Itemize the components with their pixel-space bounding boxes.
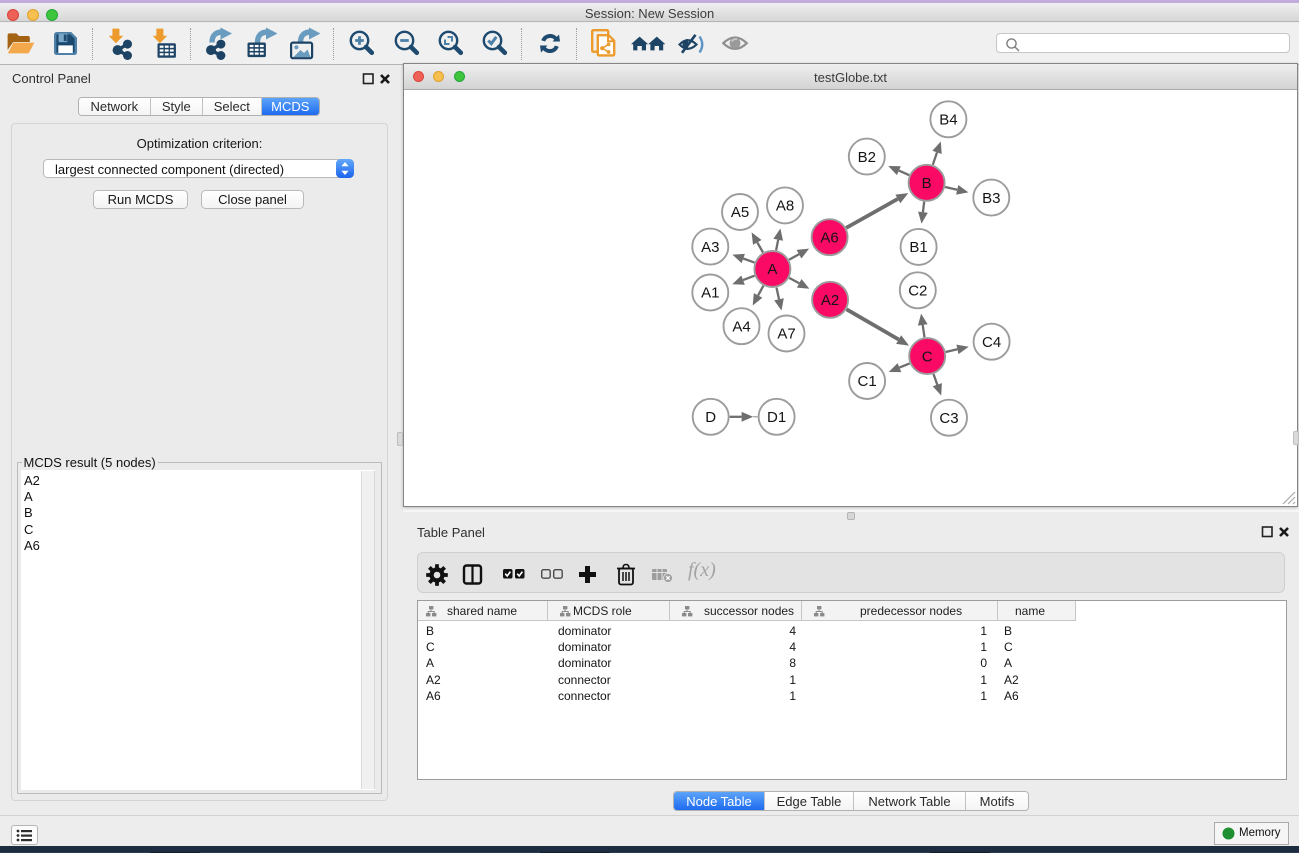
svg-text:C4: C4	[982, 334, 1001, 351]
svg-text:C2: C2	[908, 283, 927, 300]
svg-text:A8: A8	[776, 198, 794, 215]
svg-text:A: A	[767, 261, 777, 278]
svg-text:B3: B3	[982, 190, 1000, 207]
svg-text:A5: A5	[731, 204, 749, 221]
svg-text:D1: D1	[767, 409, 786, 426]
svg-text:B: B	[922, 175, 932, 192]
svg-text:C3: C3	[939, 410, 958, 427]
svg-text:A2: A2	[821, 292, 839, 309]
svg-text:C: C	[922, 348, 933, 365]
svg-text:A7: A7	[777, 326, 795, 343]
svg-text:B2: B2	[858, 149, 876, 166]
svg-text:B1: B1	[909, 239, 927, 256]
svg-text:A3: A3	[701, 239, 719, 256]
svg-text:A1: A1	[701, 285, 719, 302]
svg-text:C1: C1	[858, 373, 877, 390]
svg-text:B4: B4	[939, 112, 957, 129]
svg-text:A6: A6	[820, 229, 838, 246]
svg-text:A4: A4	[732, 318, 750, 335]
svg-text:D: D	[705, 409, 716, 426]
